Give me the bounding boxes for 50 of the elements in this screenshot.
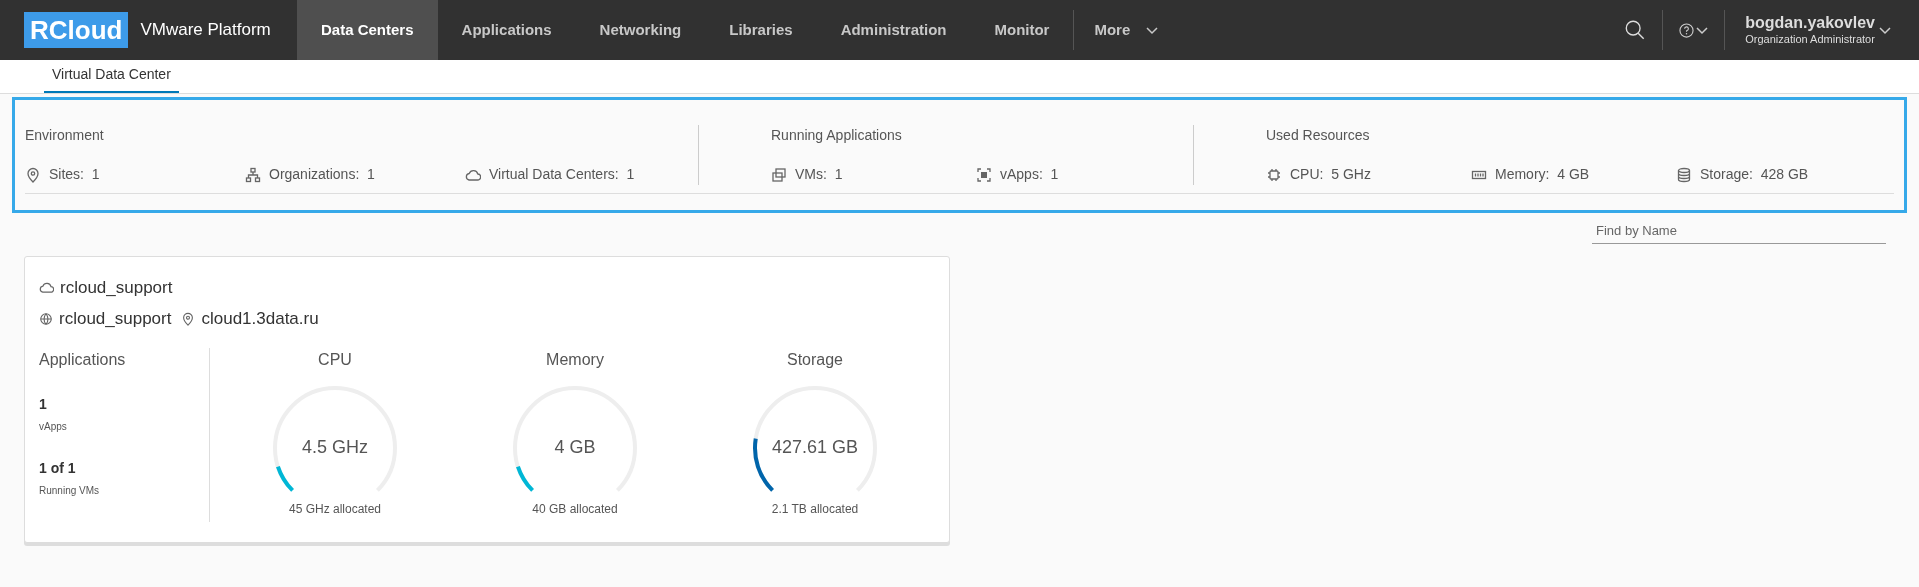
section-title: Environment bbox=[25, 126, 105, 145]
site-name: cloud1.3data.ru bbox=[201, 308, 319, 330]
database-icon bbox=[1676, 166, 1692, 183]
nav-tab[interactable]: Libraries bbox=[705, 0, 817, 60]
search-field[interactable]: Find by Name bbox=[1592, 219, 1886, 244]
summary-stat: Storage: 428 GB bbox=[1700, 165, 1809, 184]
allocated-label: 2.1 TB allocated bbox=[771, 500, 859, 518]
summary-stat: vApps: 1 bbox=[1000, 165, 1059, 184]
location-pin-icon bbox=[25, 166, 41, 183]
chip-icon bbox=[1266, 166, 1282, 183]
nav-tab[interactable]: Data Centers bbox=[297, 0, 438, 60]
chevron-down-icon bbox=[1146, 24, 1159, 36]
gauge-title: Memory bbox=[546, 349, 604, 370]
stat-label: Running VMs bbox=[39, 483, 101, 498]
applications-title: Applications bbox=[39, 349, 127, 370]
tab[interactable]: Virtual Data Center bbox=[44, 64, 179, 93]
stat-value: 1 bbox=[39, 394, 48, 414]
chevron-down-icon bbox=[1879, 24, 1891, 36]
org-name: rcloud_support bbox=[59, 308, 172, 330]
more-menu[interactable]: More bbox=[1074, 0, 1179, 60]
summary-stat: CPU: 5 GHz bbox=[1290, 165, 1371, 184]
gauge-value: 4.5 GHz bbox=[302, 436, 368, 459]
product-name: VMware Platform bbox=[140, 19, 271, 42]
summary-stat: Memory: 4 GB bbox=[1495, 165, 1590, 184]
nav-tab[interactable]: Monitor bbox=[970, 0, 1074, 60]
section-title: Used Resources bbox=[1266, 126, 1371, 145]
section-title: Running Applications bbox=[771, 126, 903, 145]
summary-stat: Organizations: 1 bbox=[269, 165, 375, 184]
user-menu[interactable]: bogdan.yakovlev Organization Administrator bbox=[1725, 13, 1919, 47]
gauge-value: 4 GB bbox=[554, 436, 596, 459]
location-pin-icon bbox=[181, 311, 196, 326]
allocated-label: 45 GHz allocated bbox=[288, 500, 382, 518]
vm-icon bbox=[771, 166, 787, 183]
nav-tab[interactable]: Networking bbox=[575, 0, 706, 60]
hierarchy-icon bbox=[245, 166, 261, 183]
summary-stat: Virtual Data Centers: 1 bbox=[489, 165, 635, 184]
summary-stat: Sites: 1 bbox=[49, 165, 100, 184]
stat-value: 1 of 1 bbox=[39, 458, 77, 478]
gauge-title: Storage bbox=[786, 349, 843, 370]
vdc-name: rcloud_support bbox=[60, 276, 173, 299]
vapp-icon bbox=[976, 166, 992, 183]
allocated-label: 40 GB allocated bbox=[532, 500, 618, 518]
globe-icon bbox=[39, 311, 53, 326]
search-icon[interactable] bbox=[1624, 19, 1647, 41]
summary-stat: VMs: 1 bbox=[795, 165, 843, 184]
stat-label: vApps bbox=[39, 419, 68, 434]
gauge-title: CPU bbox=[318, 349, 352, 370]
nav-tab[interactable]: Administration bbox=[816, 0, 971, 60]
nav-tab[interactable]: Applications bbox=[437, 0, 576, 60]
gauge-value: 427.61 GB bbox=[771, 436, 859, 459]
